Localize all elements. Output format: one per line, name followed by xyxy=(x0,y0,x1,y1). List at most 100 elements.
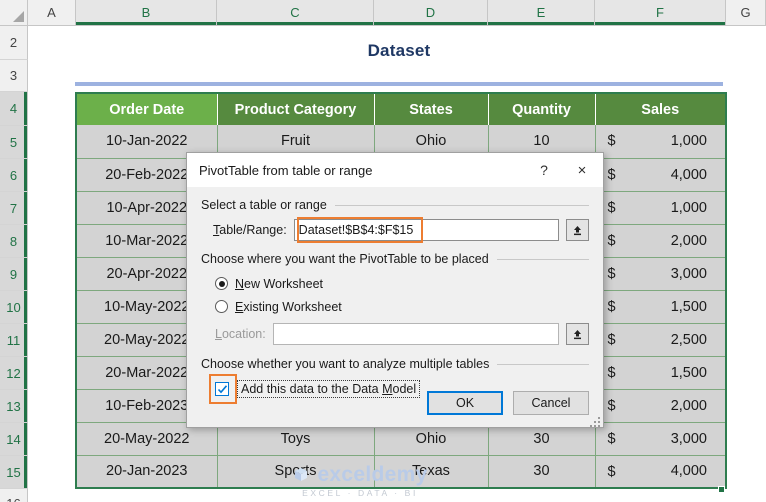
page-title: Dataset xyxy=(367,41,431,60)
table-header-cell[interactable]: States xyxy=(374,93,489,125)
table-header-cell[interactable]: Product Category xyxy=(217,93,375,125)
currency-symbol: $ xyxy=(607,199,616,216)
row-header-6[interactable]: 6 xyxy=(0,159,28,192)
row-header-16[interactable]: 16 xyxy=(0,489,28,502)
table-cell[interactable]: Sports xyxy=(217,455,375,488)
table-header-cell[interactable]: Quantity xyxy=(488,93,596,125)
collapse-dialog-icon xyxy=(574,225,581,235)
radio-new-worksheet[interactable]: New Worksheet xyxy=(215,273,589,294)
cell-value: 2,000 xyxy=(670,232,707,249)
ok-button[interactable]: OK xyxy=(427,391,503,415)
row-header-15[interactable]: 15 xyxy=(0,456,28,489)
radio-existing-worksheet[interactable]: Existing Worksheet xyxy=(215,296,589,317)
row-header-12[interactable]: 12 xyxy=(0,357,28,390)
currency-symbol: $ xyxy=(607,364,616,381)
range-picker-button[interactable] xyxy=(566,219,589,241)
cell-value: 1,500 xyxy=(670,364,707,381)
currency-symbol: $ xyxy=(607,430,616,447)
table-cell[interactable]: $3,000 xyxy=(595,422,726,456)
table-cell[interactable]: $1,500 xyxy=(595,290,726,324)
checkmark-icon xyxy=(217,385,228,394)
table-cell[interactable]: 30 xyxy=(488,455,596,488)
cell-value: 4,000 xyxy=(670,166,707,183)
select-all-corner[interactable] xyxy=(0,0,28,26)
table-cell[interactable]: Texas xyxy=(374,455,489,488)
selection-fill-handle[interactable] xyxy=(718,486,725,493)
table-cell[interactable]: $1,000 xyxy=(595,191,726,225)
dialog-body: Select a table or range Table/Range: Dat… xyxy=(187,187,603,429)
row-header-11[interactable]: 11 xyxy=(0,324,28,357)
currency-symbol: $ xyxy=(607,397,616,414)
close-icon[interactable]: × xyxy=(563,155,601,185)
group-label-source-text: Select a table or range xyxy=(201,198,327,212)
resize-grip[interactable] xyxy=(590,417,600,427)
table-range-input[interactable]: Dataset!$B$4:$F$15 xyxy=(293,219,559,241)
location-picker-button[interactable] xyxy=(566,323,589,345)
group-label-placement: Choose where you want the PivotTable to … xyxy=(201,252,589,266)
cell-value: 2,500 xyxy=(670,331,707,348)
column-header-c[interactable]: C xyxy=(217,0,374,26)
location-input[interactable] xyxy=(272,323,559,345)
cell-value: 4,000 xyxy=(670,463,707,480)
row-header-3[interactable]: 3 xyxy=(0,60,28,92)
row-header-2[interactable]: 2 xyxy=(0,26,28,60)
radio-new-worksheet-label: New Worksheet xyxy=(235,276,323,291)
currency-symbol: $ xyxy=(607,265,616,282)
collapse-dialog-icon-2 xyxy=(574,329,581,339)
table-header-row: Order Date Product Category States Quantity… xyxy=(76,93,726,125)
table-cell[interactable]: $4,000 xyxy=(595,158,726,192)
row-header-4[interactable]: 4 xyxy=(0,92,28,126)
column-header-e[interactable]: E xyxy=(488,0,595,26)
table-cell[interactable]: $2,500 xyxy=(595,323,726,357)
row-header-9[interactable]: 9 xyxy=(0,258,28,291)
table-header-cell[interactable]: Sales xyxy=(595,93,726,125)
cell-value: 2,000 xyxy=(670,397,707,414)
group-divider-2 xyxy=(496,258,589,260)
location-row: Location: xyxy=(215,323,589,345)
cancel-button[interactable]: Cancel xyxy=(513,391,589,415)
column-header-b[interactable]: B xyxy=(76,0,217,26)
cell-value: 1,000 xyxy=(670,199,707,216)
group-label-source: Select a table or range xyxy=(201,198,589,212)
table-range-value: Dataset!$B$4:$F$15 xyxy=(298,223,414,237)
excel-window: ABCDEFG 2345678910111213141516 Dataset O… xyxy=(0,0,766,502)
cell-value: 1,000 xyxy=(670,133,707,150)
row-header-8[interactable]: 8 xyxy=(0,225,28,258)
dataset-title-band: Dataset xyxy=(75,34,723,68)
column-header-a[interactable]: A xyxy=(28,0,76,26)
radio-existing-worksheet-label: Existing Worksheet xyxy=(235,299,342,314)
table-cell[interactable]: $4,000 xyxy=(595,455,726,488)
table-cell[interactable]: $1,500 xyxy=(595,356,726,390)
row-header-13[interactable]: 13 xyxy=(0,390,28,423)
pivottable-dialog: PivotTable from table or range ? × Selec… xyxy=(186,152,604,428)
table-cell[interactable]: $1,000 xyxy=(595,125,726,159)
radio-new-worksheet-indicator xyxy=(215,277,228,290)
dialog-titlebar[interactable]: PivotTable from table or range ? × xyxy=(187,153,603,187)
table-cell[interactable]: $2,000 xyxy=(595,389,726,423)
column-header-d[interactable]: D xyxy=(374,0,488,26)
row-header-5[interactable]: 5 xyxy=(0,126,28,159)
data-model-checkbox-label: Add this data to the Data Model xyxy=(237,380,421,398)
select-all-triangle-icon xyxy=(13,11,24,22)
group-label-placement-text: Choose where you want the PivotTable to … xyxy=(201,252,489,266)
watermark-subtitle: EXCEL · DATA · BI xyxy=(302,488,418,498)
column-header-g[interactable]: G xyxy=(726,0,766,26)
table-cell[interactable]: 20-Jan-2023 xyxy=(76,455,218,488)
dialog-button-row: OK Cancel xyxy=(427,391,589,415)
currency-symbol: $ xyxy=(607,166,616,183)
help-icon[interactable]: ? xyxy=(525,155,563,185)
table-range-label: Table/Range: xyxy=(213,223,287,237)
column-header-f[interactable]: F xyxy=(595,0,726,26)
table-cell[interactable]: $3,000 xyxy=(595,257,726,291)
dialog-title: PivotTable from table or range xyxy=(199,162,373,178)
table-range-row: Table/Range: Dataset!$B$4:$F$15 xyxy=(213,217,589,243)
table-cell[interactable]: $2,000 xyxy=(595,224,726,258)
data-model-checkbox[interactable] xyxy=(215,382,229,396)
row-header-10[interactable]: 10 xyxy=(0,291,28,324)
currency-symbol: $ xyxy=(607,298,616,315)
row-header-14[interactable]: 14 xyxy=(0,423,28,456)
group-label-multiple-text: Choose whether you want to analyze multi… xyxy=(201,357,490,371)
table-header-cell[interactable]: Order Date xyxy=(76,93,218,125)
currency-symbol: $ xyxy=(607,232,616,249)
row-header-7[interactable]: 7 xyxy=(0,192,28,225)
